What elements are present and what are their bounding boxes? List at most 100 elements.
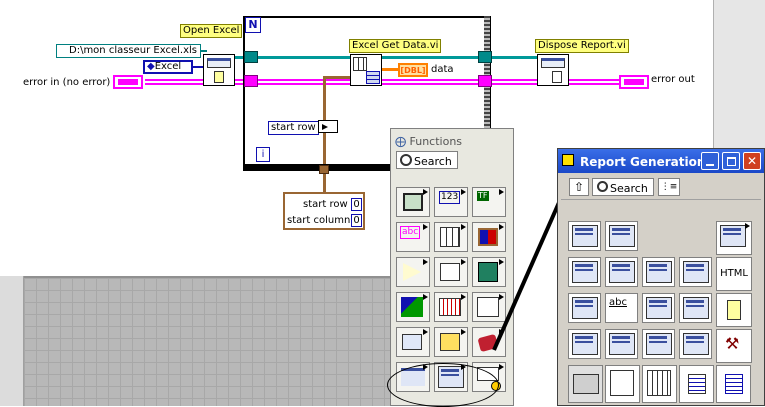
string-glyph: abc: [400, 226, 421, 239]
functions-title-text: Functions: [409, 135, 463, 148]
error-tunnel-right: [478, 75, 492, 87]
html-submenu-icon[interactable]: HTML: [716, 257, 752, 291]
cluster-control[interactable]: start row 0 start column 0: [283, 192, 365, 230]
cluster-start-column-value[interactable]: 0: [351, 214, 362, 227]
array-icon[interactable]: [434, 222, 468, 252]
close-button[interactable]: ✕: [743, 152, 761, 170]
append-report-text-icon[interactable]: abc: [605, 293, 638, 323]
start-row-control-label: start row: [268, 121, 319, 135]
error-out-terminal[interactable]: [619, 75, 649, 89]
abc-glyph: abc: [609, 297, 627, 308]
report-search-button[interactable]: Search: [592, 178, 654, 196]
instrument-io-icon[interactable]: [396, 292, 430, 322]
report-doc-icon: [683, 297, 709, 319]
report-icon: [207, 58, 231, 68]
connectivity-glyph: [402, 334, 422, 350]
cluster-start-row-label: start row: [303, 199, 348, 210]
ref-tunnel-right: [478, 51, 492, 63]
numeric-glyph: 123: [439, 191, 461, 204]
dispose-report-icon[interactable]: [679, 257, 712, 287]
up-button[interactable]: ⇧: [569, 178, 589, 196]
maximize-icon: [727, 157, 736, 166]
connectivity-icon[interactable]: [396, 327, 430, 357]
instrument-glyph: [401, 297, 423, 317]
append-table-icon[interactable]: [642, 293, 675, 323]
report-palette-title: Report Generation: [580, 155, 706, 169]
append-picture-icon[interactable]: [642, 329, 675, 359]
report-palette-titlebar[interactable]: Report Generation ✕: [558, 149, 764, 173]
front-panel-background: [0, 276, 400, 406]
report-icon: [541, 58, 565, 68]
open-excel-label: Open Excel: [180, 24, 243, 38]
report-submenu-icon[interactable]: [716, 221, 752, 255]
excel-enum-constant[interactable]: ◆Excel: [143, 60, 193, 74]
document-submenu-icon[interactable]: [716, 293, 752, 327]
signal-processing-icon[interactable]: [434, 292, 468, 322]
set-report-font-icon[interactable]: [568, 257, 601, 287]
minimize-button[interactable]: [701, 152, 719, 170]
report-layout-icon[interactable]: [679, 329, 712, 359]
diadem-icon[interactable]: [605, 365, 640, 403]
printer-icon[interactable]: [568, 365, 603, 403]
new-report-icon[interactable]: [568, 221, 601, 251]
error-in-terminal[interactable]: [113, 75, 143, 89]
report-doc-icon: [646, 261, 672, 283]
timing-icon[interactable]: [434, 257, 468, 287]
cluster-start-row-value[interactable]: 0: [351, 198, 362, 211]
trash-icon: [552, 71, 562, 83]
palette-app-icon: [562, 154, 574, 166]
report-doc-icon: [572, 297, 598, 319]
for-loop-iteration-terminal[interactable]: i: [256, 147, 270, 162]
report-doc-icon: [609, 333, 635, 355]
left-scroll-strip: [0, 276, 24, 406]
error-out-label: error out: [651, 74, 695, 85]
express-icon[interactable]: [434, 327, 468, 357]
word-report-icon[interactable]: [679, 365, 714, 403]
report-search-label: Search: [610, 182, 648, 195]
open-report-vi[interactable]: [203, 54, 235, 86]
timing-glyph: [440, 263, 460, 281]
report-doc-icon: [646, 297, 672, 319]
excel-get-data-vi[interactable]: [350, 54, 382, 86]
comparison-glyph: [403, 263, 421, 281]
numeric-icon[interactable]: 123: [434, 187, 468, 217]
unbundle-arrow-icon: [322, 124, 328, 130]
append-list-icon[interactable]: [679, 293, 712, 323]
table-glyph: [725, 374, 743, 394]
grid-icon: [353, 57, 367, 71]
diagram-right-margin: [713, 0, 765, 150]
cluster-tunnel: [319, 165, 329, 174]
report-doc-icon: [572, 261, 598, 283]
print-icon[interactable]: [605, 257, 638, 287]
unbundle-node[interactable]: [318, 120, 338, 133]
functions-search-button[interactable]: Search: [396, 151, 458, 169]
view-options-button[interactable]: ⋮≡: [658, 178, 680, 196]
maximize-button[interactable]: [722, 152, 740, 170]
for-loop-count-terminal[interactable]: N: [245, 17, 261, 33]
dbl-indicator[interactable]: [DBL]: [398, 63, 428, 77]
pin-icon[interactable]: ⨁: [395, 135, 406, 148]
structures-icon[interactable]: [396, 187, 430, 217]
append-front-panel-icon[interactable]: [605, 329, 638, 359]
print-report-icon[interactable]: [605, 221, 638, 251]
document-icon: [214, 71, 224, 83]
append-text-icon[interactable]: [568, 293, 601, 323]
comparison-icon[interactable]: [396, 257, 430, 287]
report-icon-grid: HTML abc ⚒: [568, 221, 763, 407]
table-report-icon[interactable]: [716, 365, 751, 403]
save-report-icon[interactable]: [642, 257, 675, 287]
error-in-inner: [118, 79, 138, 85]
dispose-report-vi[interactable]: [537, 54, 569, 86]
path-constant[interactable]: D:\mon classeur Excel.xls: [56, 44, 201, 58]
report-generation-palette[interactable]: Report Generation ✕ ⇧ Search ⋮≡ HTML abc: [557, 148, 765, 406]
append-image-icon[interactable]: [568, 329, 601, 359]
tools-submenu-icon[interactable]: ⚒: [716, 329, 752, 363]
hammer-icon: ⚒: [725, 334, 740, 353]
express-glyph: [440, 333, 460, 351]
search-icon: [400, 154, 412, 166]
string-icon[interactable]: abc: [396, 222, 430, 252]
enum-arrows-icon: ◆: [147, 61, 155, 72]
report-doc-icon: [720, 225, 746, 247]
excel-report-icon[interactable]: [642, 365, 677, 403]
waveform-glyph: [439, 298, 461, 316]
